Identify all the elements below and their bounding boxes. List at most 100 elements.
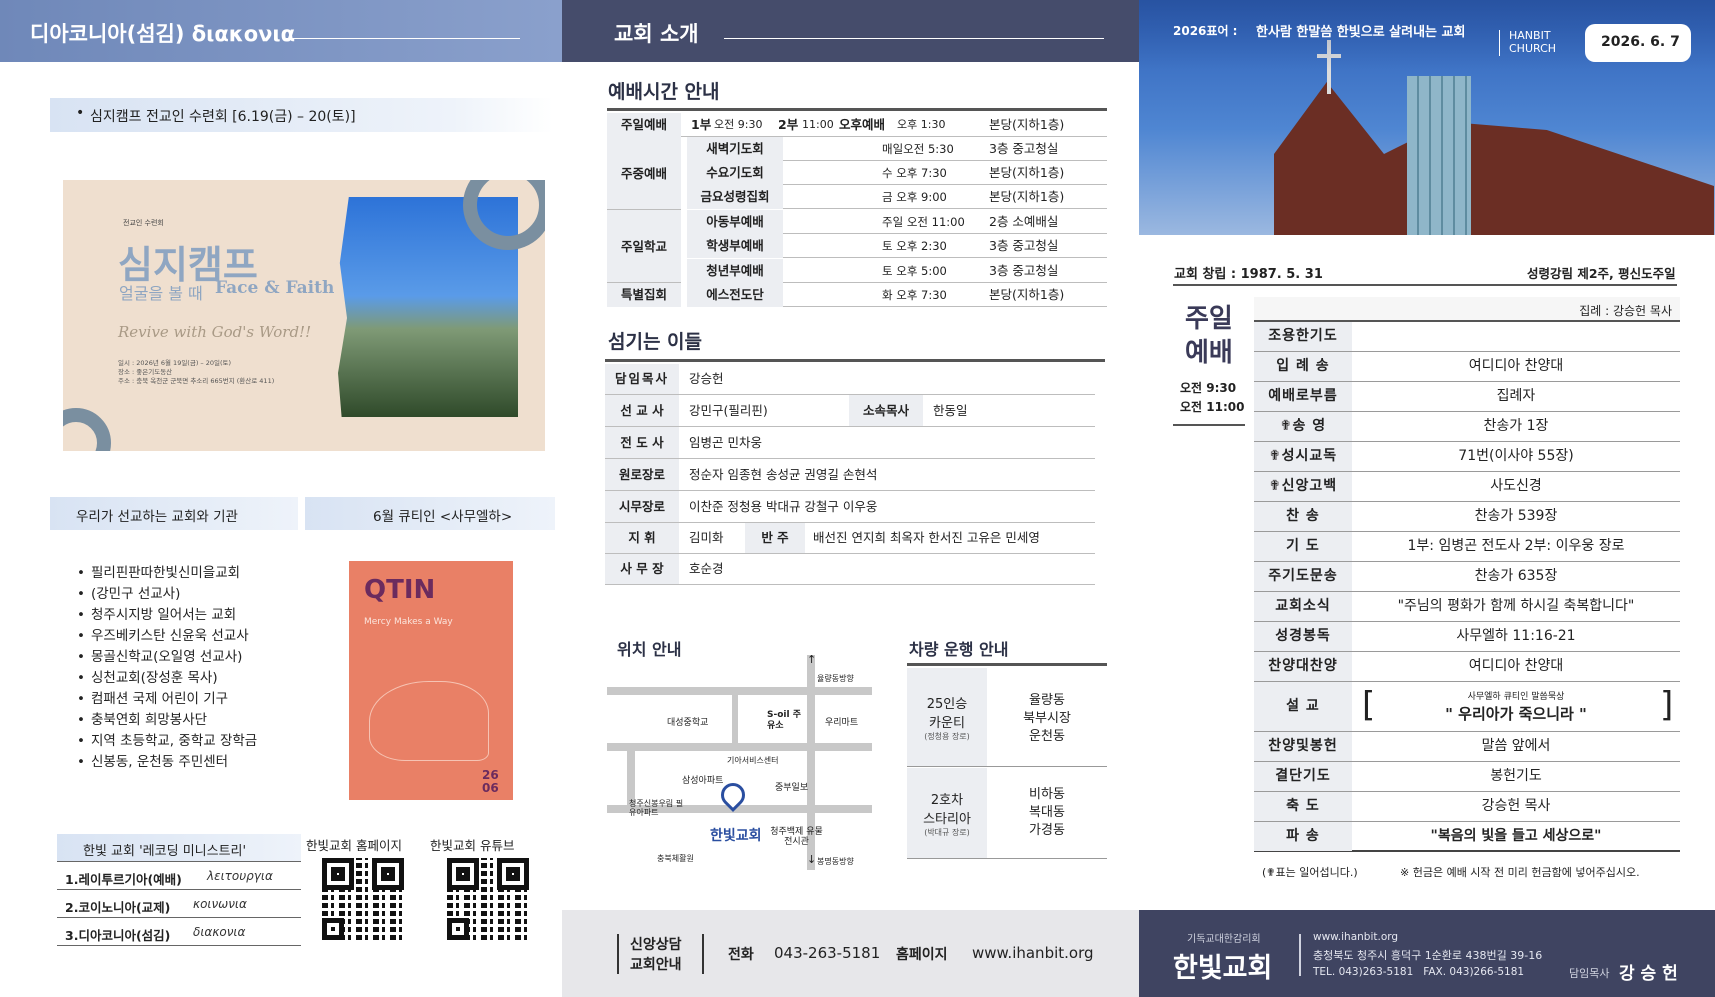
service-row: 찬양대찬양 여디디아 찬양대 [1254, 652, 1680, 682]
staff-row: 선 교 사 강민구(필리핀) 소속목사 한동일 [605, 395, 1095, 427]
sunday-underline [1173, 424, 1245, 426]
sermon-row: 설 교 [ 사무엘하 큐티인 말씀묵상 " 우리아가 죽으니라 " ] [1254, 682, 1680, 732]
service-value: 찬송가 635장 [1474, 568, 1558, 584]
map-museum: 청주백제 유물전시관 [770, 827, 823, 847]
left-header-title: 디아코니아(섬김) διακονια [30, 22, 296, 46]
service-label: 축 도 [1254, 792, 1352, 821]
staff-label: 전 도 사 [605, 427, 679, 458]
vehicle-driver: (박대규 장로) [924, 828, 970, 837]
vehicle-model: 스타리아 [923, 812, 971, 827]
staff-label: 선 교 사 [605, 395, 679, 426]
footer-web-link[interactable]: www.ihanbit.org [972, 944, 1094, 962]
qt-book-cover: QTIN Mercy Makes a Way 26 06 [349, 561, 513, 800]
mission-item: 몽골신학교(오일영 선교사) [75, 647, 315, 668]
poster-info-3: 주소 : 충북 옥천군 군북면 추소리 665번지 (환산로 411) [118, 377, 275, 385]
mission-item: 지역 초등학교, 중학교 장학금 [75, 731, 315, 752]
service-value: "주님의 평화가 함께 하시길 축복합니다" [1397, 598, 1635, 614]
service-value: 집례자 [1496, 388, 1536, 404]
staff-label: 소속목사 [849, 395, 923, 426]
church-en-1: HANBIT [1509, 29, 1551, 42]
special-label: 특별집회 [607, 283, 681, 307]
footer-phone[interactable]: 043-263-5181 [774, 944, 880, 962]
sermon-title: " 우리아가 죽으니라 " [1445, 705, 1587, 723]
vehicle-car: 25인승 [926, 697, 968, 712]
staff-value: 이찬준 정청용 박대규 강철구 이우웅 [689, 499, 878, 514]
footer-denom: 기독교대한감리회 [1187, 934, 1261, 945]
vehicle-card: 25인승 카운티 (정청용 장로) 율량동 북부시장 운천동 [907, 668, 1107, 767]
service-value: 말씀 앞에서 [1481, 738, 1551, 754]
record-greek: διακονια [193, 925, 246, 939]
sermon-label: 설 교 [1254, 682, 1352, 731]
worship-place: 본당(지하1층) [989, 287, 1065, 302]
worship-row: 수요기도회 수 오후 7:30 본당(지하1층) [687, 161, 1107, 185]
middle-header-title: 교회 소개 [614, 22, 699, 46]
motto-prefix: 2026표어 : [1173, 24, 1242, 38]
sunday-label: 주일예배 [607, 113, 681, 137]
service-value: "복음의 빛을 들고 세상으로" [1430, 828, 1602, 844]
service-label: 찬 송 [1254, 502, 1352, 531]
middle-header-rule [724, 38, 1104, 39]
service-row: 주기도문송 찬송가 635장 [1254, 562, 1680, 592]
map-kia: 기아서비스센터 [727, 756, 779, 765]
worship-name: 에스전도단 [687, 283, 783, 307]
record-label: 1.레이투르기아(예배) [65, 872, 182, 887]
left-header-rule [286, 38, 520, 39]
vehicle-stop: 비하동 [1029, 787, 1065, 802]
left-panel: 디아코니아(섬김) διακονια • 심지캠프 전교인 수련회 [6.19(… [0, 0, 562, 997]
staff-row: 담임목사 강승헌 [605, 364, 1095, 395]
map-shinbong: 청주신봉우림 필유아파트 [629, 799, 684, 817]
vehicle-stop: 운천동 [1029, 729, 1065, 744]
worship-time: 매일오전 5:30 [882, 142, 954, 156]
record-greek: λειτουργια [207, 869, 273, 883]
footer-divider [1299, 934, 1301, 976]
map-north-arrow: ↑ [807, 653, 817, 666]
poster-subtitle-ko: 얼굴을 볼 때 [119, 284, 203, 303]
youtube-label: 한빛교회 유튜브 [430, 838, 515, 853]
worship-top-rule [607, 108, 1107, 111]
service-label: 교회소식 [1254, 592, 1352, 621]
worship-time: 토 오후 5:00 [882, 264, 947, 278]
service-time-2: 오전 11:00 [1180, 400, 1245, 414]
youtube-qr-code[interactable] [447, 858, 529, 940]
service-value: 사도신경 [1490, 478, 1542, 494]
staff-value: 한동일 [933, 403, 968, 418]
church-en-2: CHURCH [1509, 42, 1557, 55]
record-row: 3.디아코니아(섬김) διακονια [57, 919, 301, 946]
sermon-bracket-right: ] [1660, 685, 1674, 725]
service-row: 예배로부름 집례자 [1254, 382, 1680, 412]
footer-web[interactable]: www.ihanbit.org [1313, 931, 1398, 943]
qt-illustration [369, 681, 489, 761]
record-title: 한빛 교회 '레코딩 미니스트리' [83, 844, 247, 859]
motto-divider [1499, 30, 1500, 56]
staff-title: 섬기는 이들 [608, 331, 703, 353]
vehicle-stop: 복대동 [1029, 805, 1065, 820]
homepage-qr-code[interactable] [322, 858, 404, 940]
mission-item: 신봉동, 운천동 주민센터 [75, 752, 315, 773]
location-map: 율량동방향 ↑ 대성중학교 S-oil 주유소 우리마트 기아서비스센터 삼성아… [607, 653, 872, 875]
mission-tab-label: 우리가 선교하는 교회와 기관 [76, 509, 238, 525]
vehicle-stops: 비하동 복대동 가경동 [987, 786, 1107, 840]
footer-church-logo: 한빛교회 [1173, 953, 1273, 984]
date-badge: 2026. 6. 7 [1585, 24, 1691, 62]
worship-time: 화 오후 7:30 [882, 288, 947, 302]
sunday-1-time: 오전 9:30 [714, 118, 763, 131]
sunday-2: 2부 [778, 117, 799, 132]
mission-item: 우즈베키스탄 신윤욱 선교사 [75, 626, 315, 647]
mission-item-sub: (강민구 선교사) [75, 584, 315, 605]
staff-row: 시무장로 이찬준 정청용 박대규 강철구 이우웅 [605, 491, 1095, 523]
map-south: 봉명동방향 [817, 857, 854, 866]
staff-row: 원로장로 정순자 임종현 송성균 권영길 손현석 [605, 459, 1095, 491]
middle-panel: 교회 소개 예배시간 안내 주일예배 1부 오전 9:30 2부 11:00 오… [562, 0, 1139, 997]
qt-logo: QTIN [364, 575, 436, 605]
worship-time: 주일 오전 11:00 [882, 215, 965, 229]
qt-month: 06 [482, 781, 499, 795]
service-row: 축 도 강승헌 목사 [1254, 792, 1680, 822]
worship-name: 청년부예배 [687, 259, 783, 283]
map-south-arrow: ↓ [807, 853, 817, 866]
worship-table: 주일예배 1부 오전 9:30 2부 11:00 오후예배 오후 1:30 본당… [607, 113, 1107, 309]
worship-row: 에스전도단 화 오후 7:30 본당(지하1층) [687, 283, 1107, 307]
weekday-label: 주중예배 [607, 137, 681, 210]
staff-table: 담임목사 강승헌 선 교 사 강민구(필리핀) 소속목사 한동일 전 도 사 임… [605, 364, 1105, 588]
service-label: 조용한기도 [1254, 322, 1352, 351]
vehicle-stop: 북부시장 [1023, 711, 1071, 726]
